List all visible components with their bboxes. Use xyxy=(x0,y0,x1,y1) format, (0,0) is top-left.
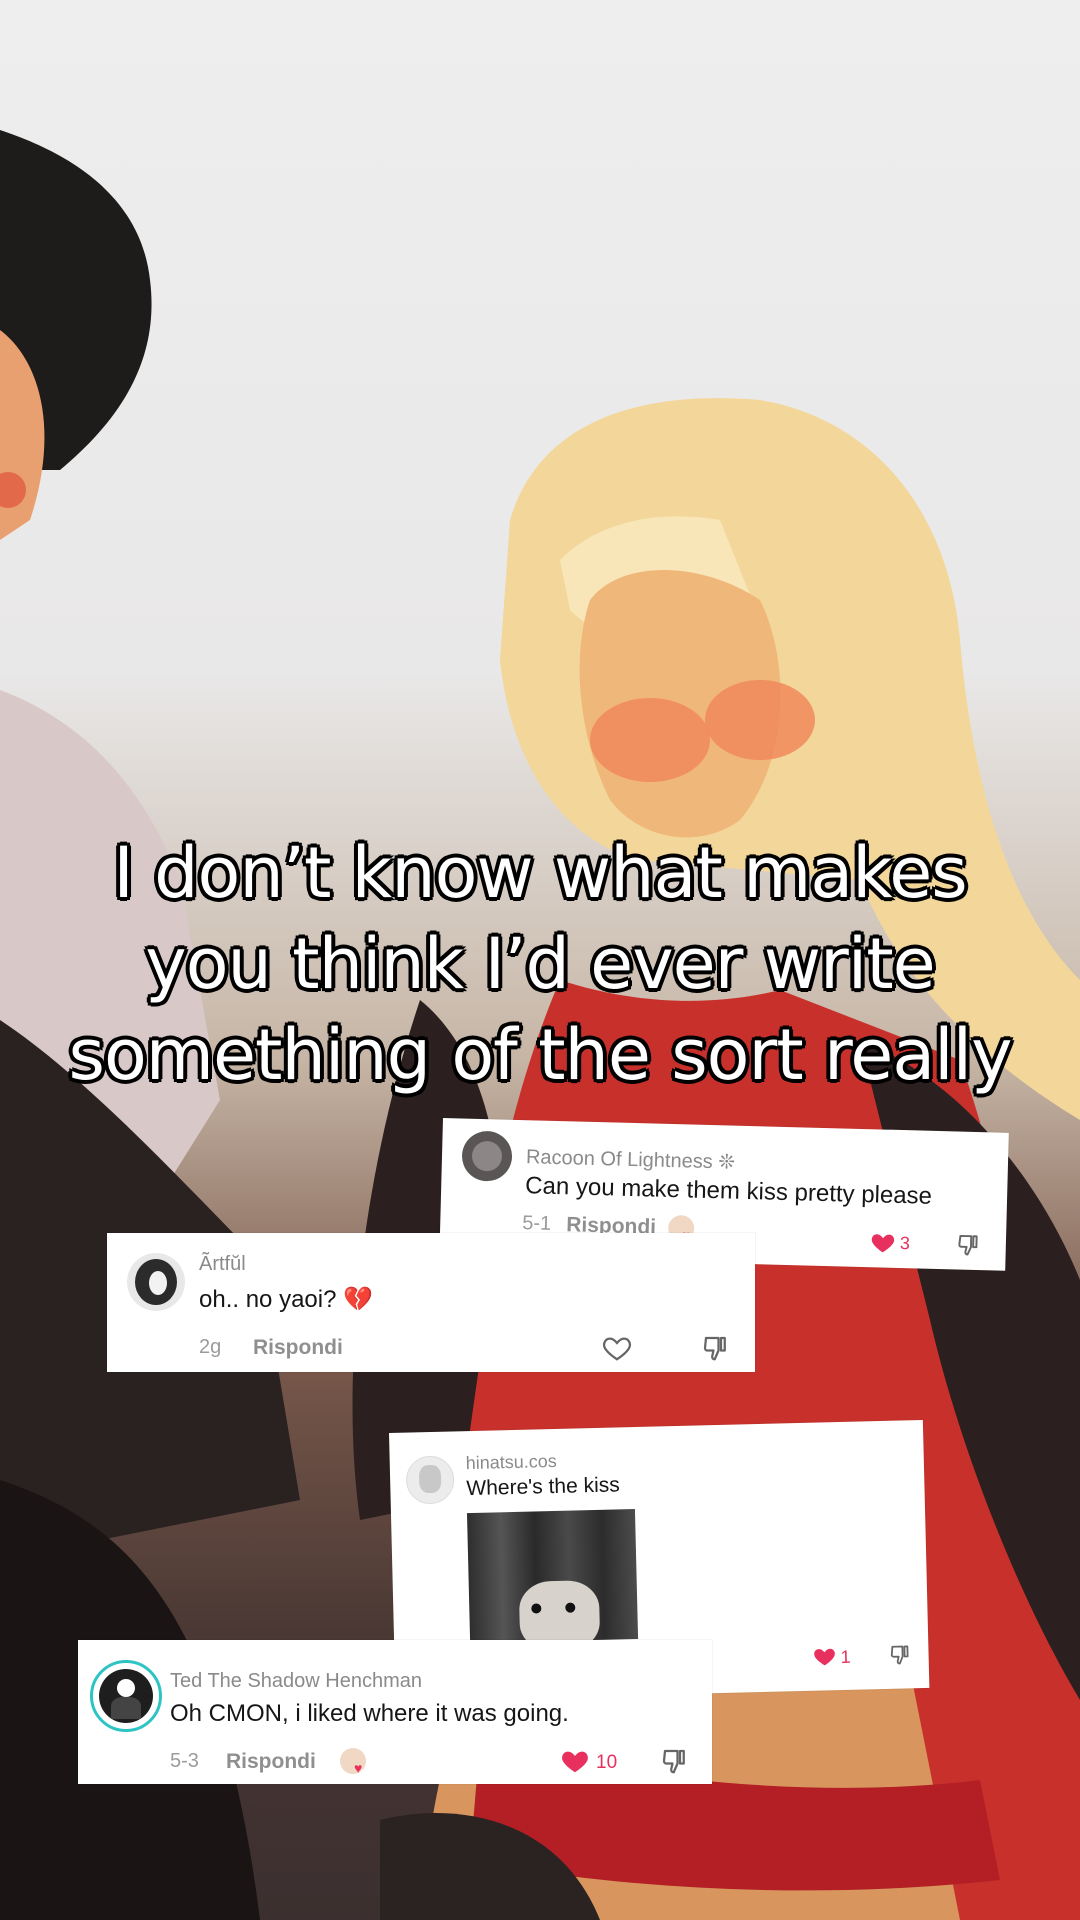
creator-liked-avatar: ♥ xyxy=(340,1748,366,1774)
dislike-icon[interactable] xyxy=(660,1746,690,1776)
like-icon[interactable] xyxy=(812,1644,837,1669)
comment-card: Ãrtfŭl oh.. no yaoi? 💔 2g Rispondi xyxy=(107,1233,755,1372)
caption-line: something of the sort really xyxy=(68,1014,1012,1096)
avatar[interactable] xyxy=(90,1660,162,1732)
comment-date: 2g xyxy=(199,1336,222,1358)
dislike-icon[interactable] xyxy=(888,1642,913,1667)
like-count: 1 xyxy=(840,1646,851,1668)
comment-text: Where's the kiss xyxy=(466,1473,621,1501)
avatar[interactable] xyxy=(405,1455,455,1505)
comment-username[interactable]: hinatsu.cos xyxy=(466,1451,558,1474)
caption-line: you think I’d ever write xyxy=(145,923,935,1005)
like-icon[interactable] xyxy=(560,1746,590,1776)
reply-button[interactable]: Rispondi xyxy=(253,1336,343,1360)
comment-username[interactable]: Racoon Of Lightness ❊ xyxy=(526,1144,736,1174)
like-icon[interactable] xyxy=(602,1333,632,1363)
avatar[interactable] xyxy=(127,1253,185,1311)
comment-image[interactable] xyxy=(466,1509,639,1644)
avatar[interactable] xyxy=(461,1130,513,1182)
comment-text: oh.. no yaoi? 💔 xyxy=(199,1286,373,1313)
like-count: 3 xyxy=(899,1233,911,1254)
caption-line: I don’t know what makes xyxy=(113,832,968,914)
comment-card: Ted The Shadow Henchman Oh CMON, i liked… xyxy=(78,1640,712,1784)
dislike-icon[interactable] xyxy=(956,1231,983,1258)
comment-text: Oh CMON, i liked where it was going. xyxy=(170,1700,569,1727)
like-count: 10 xyxy=(596,1752,618,1773)
comment-username[interactable]: Ãrtfŭl xyxy=(199,1253,246,1276)
like-icon[interactable] xyxy=(870,1229,897,1256)
reply-button[interactable]: Rispondi xyxy=(226,1750,316,1774)
comment-date: 5-3 xyxy=(170,1750,199,1772)
comment-text: Can you make them kiss pretty please xyxy=(524,1172,933,1210)
video-caption: I don’t know what makes you think I’d ev… xyxy=(0,828,1080,1101)
comment-username[interactable]: Ted The Shadow Henchman xyxy=(170,1670,422,1693)
dislike-icon[interactable] xyxy=(701,1333,731,1363)
